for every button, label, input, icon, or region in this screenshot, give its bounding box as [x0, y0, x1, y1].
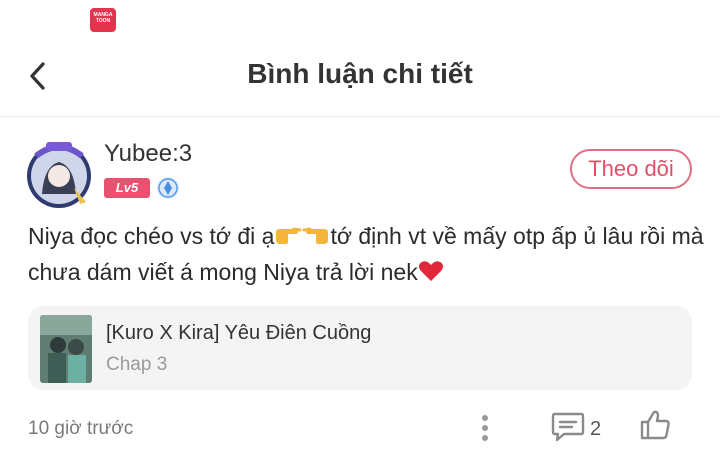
app-screen: MANGA TOON Bình luận chi tiết Yubee:3 Lv… — [0, 0, 720, 453]
app-logo-icon: MANGA TOON — [90, 8, 116, 32]
more-options-button[interactable] — [474, 412, 496, 444]
avatar-image — [27, 142, 91, 208]
like-button[interactable] — [638, 408, 672, 442]
page-title: Bình luận chi tiết — [247, 58, 473, 89]
rank-gem-icon — [157, 177, 179, 199]
story-title: [Kuro X Kira] Yêu Điên Cuồng — [106, 322, 372, 344]
reply-count: 2 — [590, 418, 602, 440]
comment-timestamp: 10 giờ trước — [28, 418, 134, 439]
status-bar: MANGA TOON — [0, 0, 720, 40]
app-logo-text: MANGA TOON — [93, 12, 113, 24]
reply-button[interactable] — [550, 410, 586, 442]
level-badge: Lv5 — [104, 178, 150, 198]
comment-text-part1: Niya đọc chéo vs tớ đi ạ — [28, 223, 275, 249]
pointing-right-icon — [276, 227, 302, 244]
avatar[interactable] — [22, 136, 96, 210]
top-bar: Bình luận chi tiết — [0, 40, 720, 117]
heart-icon — [418, 261, 443, 281]
more-vertical-icon — [482, 415, 488, 441]
comment-text: Niya đọc chéo vs tớ đi ạ tớ định vt về m… — [28, 218, 708, 290]
username[interactable]: Yubee:3 — [104, 140, 192, 168]
story-chapter: Chap 3 — [106, 354, 168, 375]
pointing-left-icon — [302, 227, 329, 244]
story-card[interactable]: [Kuro X Kira] Yêu Điên Cuồng Chap 3 — [28, 306, 692, 390]
thumbs-up-icon — [640, 410, 670, 440]
follow-button[interactable]: Theo dõi — [570, 149, 692, 189]
comment-bubble-icon — [551, 412, 585, 442]
story-cover-image — [40, 315, 92, 383]
